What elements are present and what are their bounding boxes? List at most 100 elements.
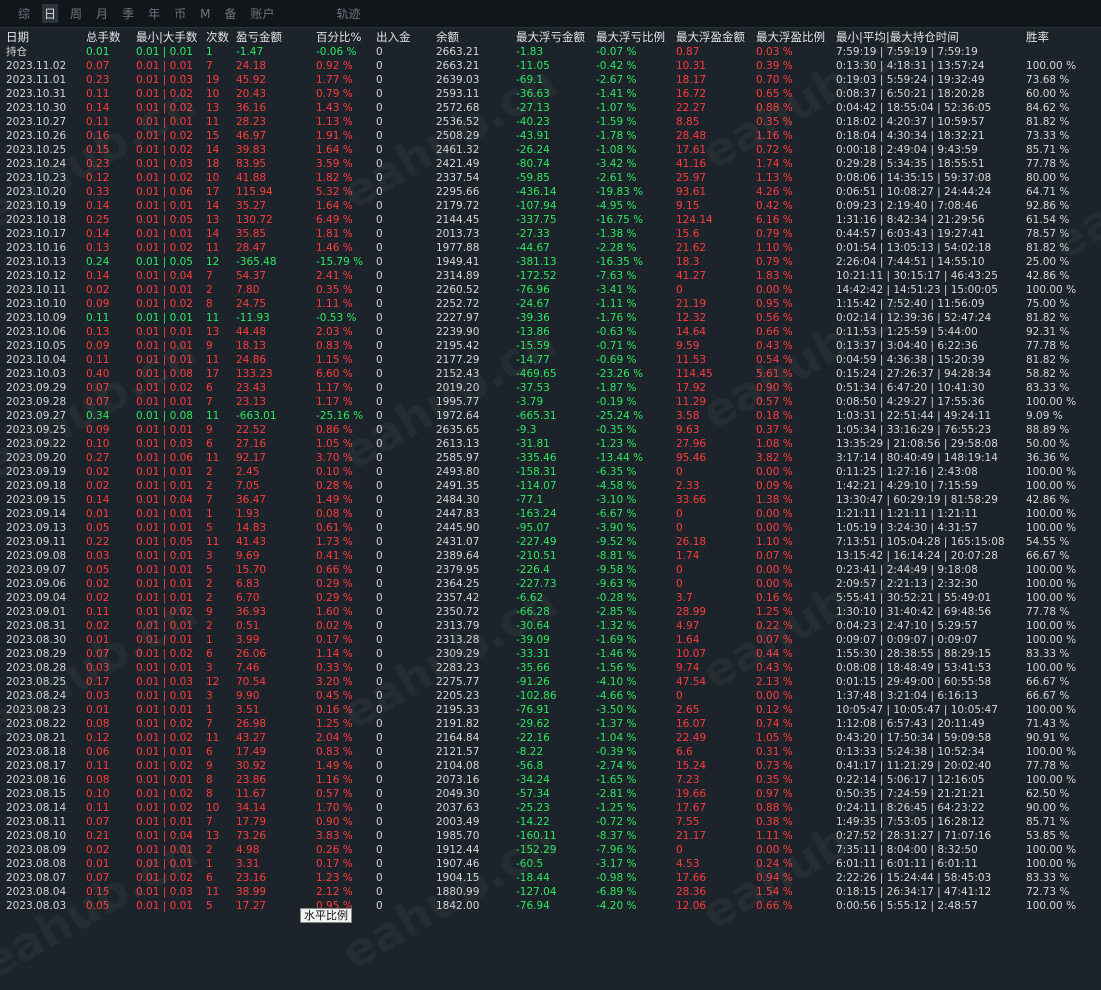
- tab-0[interactable]: 综: [16, 4, 32, 23]
- table-row[interactable]: 2023.08.25 0.17 0.01 | 0.03 12 70.54 3.20 % 0 2…: [0, 675, 1101, 689]
- table-row[interactable]: 2023.10.04 0.11 0.01 | 0.01 11 24.86 1.15 % 0 2…: [0, 353, 1101, 367]
- table-row[interactable]: 2023.09.28 0.07 0.01 | 0.01 7 23.13 1.17 % 0 19…: [0, 395, 1101, 409]
- table-row[interactable]: 2023.08.08 0.01 0.01 | 0.01 1 3.31 0.17 % 0 190…: [0, 857, 1101, 871]
- table-row[interactable]: 2023.10.18 0.25 0.01 | 0.05 13 130.72 6.49 % 0…: [0, 213, 1101, 227]
- table-row[interactable]: 2023.08.28 0.03 0.01 | 0.01 3 7.46 0.33 % 0 228…: [0, 661, 1101, 675]
- tab-6[interactable]: 币: [172, 4, 188, 23]
- tab-3[interactable]: 月: [94, 4, 110, 23]
- table-row[interactable]: 2023.11.02 0.07 0.01 | 0.01 7 24.18 0.92 % 0 26…: [0, 59, 1101, 73]
- table-row[interactable]: 2023.08.15 0.10 0.01 | 0.02 8 11.67 0.57 % 0 20…: [0, 787, 1101, 801]
- column-header[interactable]: 胜率: [1026, 30, 1098, 45]
- table-row[interactable]: 2023.10.24 0.23 0.01 | 0.03 18 83.95 3.59 % 0 2…: [0, 157, 1101, 171]
- table-row[interactable]: 2023.10.12 0.14 0.01 | 0.04 7 54.37 2.41 % 0 23…: [0, 269, 1101, 283]
- table-row[interactable]: 2023.08.07 0.07 0.01 | 0.02 6 23.16 1.23 % 0 19…: [0, 871, 1101, 885]
- tab-10[interactable]: 轨迹: [335, 4, 363, 23]
- table-row[interactable]: 2023.09.13 0.05 0.01 | 0.01 5 14.83 0.61 % 0 24…: [0, 521, 1101, 535]
- table-row[interactable]: 2023.10.17 0.14 0.01 | 0.01 14 35.85 1.81 % 0 2…: [0, 227, 1101, 241]
- table-row[interactable]: 2023.08.29 0.07 0.01 | 0.02 6 26.06 1.14 % 0 23…: [0, 647, 1101, 661]
- table-row[interactable]: 2023.09.15 0.14 0.01 | 0.04 7 36.47 1.49 % 0 24…: [0, 493, 1101, 507]
- table-row[interactable]: 2023.10.05 0.09 0.01 | 0.01 9 18.13 0.83 % 0 21…: [0, 339, 1101, 353]
- table-row[interactable]: 2023.09.04 0.02 0.01 | 0.01 2 6.70 0.29 % 0 235…: [0, 591, 1101, 605]
- table-row[interactable]: 2023.11.01 0.23 0.01 | 0.03 19 45.92 1.77 % 0 2…: [0, 73, 1101, 87]
- table-row[interactable]: 2023.09.20 0.27 0.01 | 0.06 11 92.17 3.70 % 0 2…: [0, 451, 1101, 465]
- table-row[interactable]: 2023.10.19 0.14 0.01 | 0.01 14 35.27 1.64 % 0 2…: [0, 199, 1101, 213]
- table-cell: 0.57 %: [316, 788, 353, 800]
- table-row[interactable]: 2023.10.23 0.12 0.01 | 0.02 10 41.88 1.82 % 0 2…: [0, 171, 1101, 185]
- table-row[interactable]: 2023.08.24 0.03 0.01 | 0.01 3 9.90 0.45 % 0 220…: [0, 689, 1101, 703]
- table-cell: 0:18:04 | 4:30:34 | 18:32:21: [836, 130, 985, 142]
- table-row[interactable]: 2023.10.20 0.33 0.01 | 0.06 17 115.94 5.32 % 0…: [0, 185, 1101, 199]
- table-row[interactable]: 2023.09.07 0.05 0.01 | 0.01 5 15.70 0.66 % 0 23…: [0, 563, 1101, 577]
- table-row[interactable]: 2023.08.11 0.07 0.01 | 0.01 7 17.79 0.90 % 0 20…: [0, 815, 1101, 829]
- table-row[interactable]: 2023.10.13 0.24 0.01 | 0.05 12 -365.48 -15.79…: [0, 255, 1101, 269]
- table-row[interactable]: 2023.08.09 0.02 0.01 | 0.01 2 4.98 0.26 % 0 191…: [0, 843, 1101, 857]
- table-cell: 1.13 %: [756, 172, 793, 184]
- table-row[interactable]: 2023.09.14 0.01 0.01 | 0.01 1 1.93 0.08 % 0 244…: [0, 507, 1101, 521]
- table-row[interactable]: 2023.08.23 0.01 0.01 | 0.01 1 3.51 0.16 % 0 219…: [0, 703, 1101, 717]
- table-cell: 13:15:42 | 16:14:24 | 20:07:28: [836, 550, 998, 562]
- table-cell: 100.00 %: [1026, 396, 1077, 408]
- table-cell: 2023.08.31: [6, 620, 67, 632]
- column-header[interactable]: 总手数: [86, 30, 132, 45]
- table-row[interactable]: 2023.10.27 0.11 0.01 | 0.01 11 28.23 1.13 % 0 2…: [0, 115, 1101, 129]
- table-row[interactable]: 2023.08.16 0.08 0.01 | 0.01 8 23.86 1.16 % 0 20…: [0, 773, 1101, 787]
- table-row[interactable]: 2023.08.04 0.15 0.01 | 0.03 11 38.99 2.12 % 0 1…: [0, 885, 1101, 899]
- column-header[interactable]: 最大浮盈金额: [676, 30, 752, 45]
- table-row[interactable]: 2023.10.26 0.16 0.01 | 0.02 15 46.97 1.91 % 0 2…: [0, 129, 1101, 143]
- table-row[interactable]: 2023.08.10 0.21 0.01 | 0.04 13 73.26 3.83 % 0 1…: [0, 829, 1101, 843]
- table-row[interactable]: 2023.08.14 0.11 0.01 | 0.02 10 34.14 1.70 % 0 2…: [0, 801, 1101, 815]
- holding-row[interactable]: 持仓 0.01 0.01 | 0.01 1 -1.47 -0.06 % 0 2663.21 -1…: [0, 45, 1101, 59]
- table-row[interactable]: 2023.09.27 0.34 0.01 | 0.08 11 -663.01 -25.16…: [0, 409, 1101, 423]
- table-row[interactable]: 2023.09.18 0.02 0.01 | 0.01 2 7.05 0.28 % 0 249…: [0, 479, 1101, 493]
- tab-5[interactable]: 年: [146, 4, 162, 23]
- column-header[interactable]: 次数: [206, 30, 234, 45]
- table-row[interactable]: 2023.09.06 0.02 0.01 | 0.01 2 6.83 0.29 % 0 236…: [0, 577, 1101, 591]
- table-row[interactable]: 2023.10.09 0.11 0.01 | 0.01 11 -11.93 -0.53 %…: [0, 311, 1101, 325]
- table-row[interactable]: 2023.08.17 0.11 0.01 | 0.02 9 30.92 1.49 % 0 21…: [0, 759, 1101, 773]
- table-row[interactable]: 2023.09.11 0.22 0.01 | 0.05 11 41.43 1.73 % 0 2…: [0, 535, 1101, 549]
- tab-4[interactable]: 季: [120, 4, 136, 23]
- table-row[interactable]: 2023.09.29 0.07 0.01 | 0.02 6 23.43 1.17 % 0 20…: [0, 381, 1101, 395]
- column-header[interactable]: 出入金: [376, 30, 430, 45]
- table-cell: 0: [376, 284, 383, 296]
- tab-7[interactable]: M: [198, 6, 212, 22]
- table-cell: 0.97 %: [756, 788, 793, 800]
- column-header[interactable]: 最大浮亏金额: [516, 30, 592, 45]
- table-row[interactable]: 2023.09.19 0.02 0.01 | 0.01 2 2.45 0.10 % 0 249…: [0, 465, 1101, 479]
- table-row[interactable]: 2023.09.01 0.11 0.01 | 0.02 9 36.93 1.60 % 0 23…: [0, 605, 1101, 619]
- table-row[interactable]: 2023.10.16 0.13 0.01 | 0.02 11 28.47 1.46 % 0 1…: [0, 241, 1101, 255]
- table-row[interactable]: 2023.10.10 0.09 0.01 | 0.02 8 24.75 1.11 % 0 22…: [0, 297, 1101, 311]
- table-row[interactable]: 2023.08.03 0.05 0.01 | 0.01 5 17.27 0.95 % 0 18…: [0, 899, 1101, 913]
- table-row[interactable]: 2023.10.11 0.02 0.01 | 0.01 2 7.80 0.35 % 0 226…: [0, 283, 1101, 297]
- table-row[interactable]: 2023.08.21 0.12 0.01 | 0.02 11 43.27 2.04 % 0 2…: [0, 731, 1101, 745]
- column-header[interactable]: 余额: [436, 30, 512, 45]
- table-row[interactable]: 2023.08.30 0.01 0.01 | 0.01 1 3.99 0.17 % 0 231…: [0, 633, 1101, 647]
- table-row[interactable]: 2023.09.22 0.10 0.01 | 0.03 6 27.16 1.05 % 0 26…: [0, 437, 1101, 451]
- table-cell: 2.03 %: [316, 326, 353, 338]
- column-header[interactable]: 最小|平均|最大持仓时间: [836, 30, 1022, 45]
- column-header[interactable]: 百分比%: [316, 30, 372, 45]
- table-row[interactable]: 2023.10.06 0.13 0.01 | 0.01 13 44.48 2.03 % 0 2…: [0, 325, 1101, 339]
- table-row[interactable]: 2023.10.25 0.15 0.01 | 0.02 14 39.83 1.64 % 0 2…: [0, 143, 1101, 157]
- tab-1[interactable]: 日: [42, 4, 59, 23]
- table-row[interactable]: 2023.09.08 0.03 0.01 | 0.01 3 9.69 0.41 % 0 238…: [0, 549, 1101, 563]
- table-row[interactable]: 2023.09.25 0.09 0.01 | 0.01 9 22.52 0.86 % 0 26…: [0, 423, 1101, 437]
- column-header[interactable]: 日期: [6, 30, 82, 45]
- table-row[interactable]: 2023.08.31 0.02 0.01 | 0.01 2 0.51 0.02 % 0 231…: [0, 619, 1101, 633]
- column-header[interactable]: 最大浮盈比例: [756, 30, 832, 45]
- table-cell: 25.00 %: [1026, 256, 1070, 268]
- table-row[interactable]: 2023.10.30 0.14 0.01 | 0.02 13 36.16 1.43 % 0 2…: [0, 101, 1101, 115]
- table-row[interactable]: 2023.10.03 0.40 0.01 | 0.08 17 133.23 6.60 % 0…: [0, 367, 1101, 381]
- table-cell: 0.01 | 0.01: [136, 704, 193, 716]
- column-header[interactable]: 最大浮亏比例: [596, 30, 672, 45]
- tab-8[interactable]: 备: [222, 4, 238, 23]
- column-header[interactable]: 盈亏金额: [236, 30, 310, 45]
- table-row[interactable]: 2023.10.31 0.11 0.01 | 0.02 10 20.43 0.79 % 0 2…: [0, 87, 1101, 101]
- table-cell: 0.17: [86, 676, 110, 688]
- table-row[interactable]: 2023.08.18 0.06 0.01 | 0.01 6 17.49 0.83 % 0 21…: [0, 745, 1101, 759]
- table-row[interactable]: 2023.08.22 0.08 0.01 | 0.02 7 26.98 1.25 % 0 21…: [0, 717, 1101, 731]
- tab-2[interactable]: 周: [68, 4, 84, 23]
- column-header[interactable]: 最小|大手数: [136, 30, 202, 45]
- table-cell: 0.72 %: [756, 144, 793, 156]
- tab-9[interactable]: 账户: [248, 4, 276, 23]
